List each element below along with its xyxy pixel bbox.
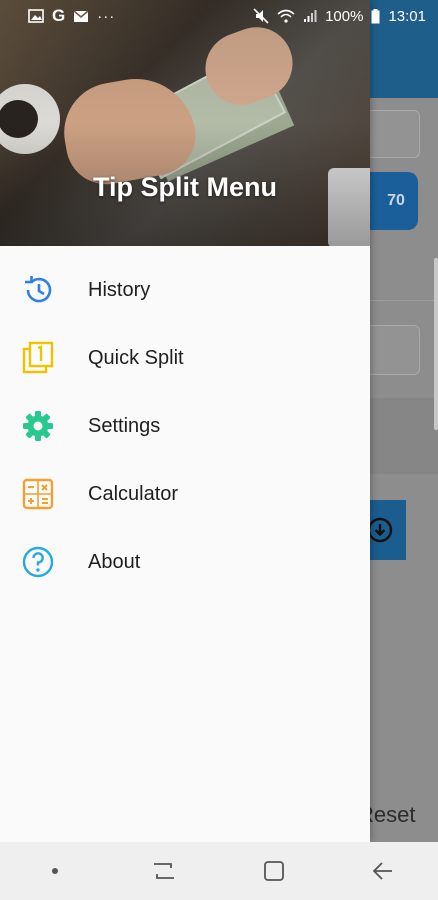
menu-item-history[interactable]: History <box>0 256 370 324</box>
menu-label-calculator: Calculator <box>88 482 179 505</box>
battery-percent: 100% <box>325 7 364 25</box>
menu-item-about[interactable]: About <box>0 528 370 596</box>
download-circle-icon <box>367 517 393 543</box>
status-time: 13:01 <box>388 7 426 25</box>
status-bar: G ··· 100% 13:01 <box>0 0 438 32</box>
home-icon[interactable] <box>244 851 304 891</box>
quick-split-icon <box>0 341 88 375</box>
signal-icon <box>303 9 317 23</box>
more-icon: ··· <box>97 7 116 25</box>
gear-icon <box>0 409 88 443</box>
mail-icon <box>73 9 89 23</box>
mute-icon <box>253 8 269 24</box>
dot-icon[interactable] <box>25 851 85 891</box>
calculator-icon <box>0 477 88 511</box>
drawer-header-image: Tip Split Menu <box>0 0 370 246</box>
background-scrollbar <box>434 258 438 430</box>
wifi-icon <box>277 9 295 23</box>
recents-icon[interactable] <box>134 851 194 891</box>
menu-item-quick-split[interactable]: Quick Split <box>0 324 370 392</box>
menu-item-settings[interactable]: Settings <box>0 392 370 460</box>
google-icon: G <box>52 6 66 25</box>
image-icon <box>28 9 44 23</box>
drawer-title: Tip Split Menu <box>93 172 277 202</box>
menu-label-quick-split: Quick Split <box>88 346 184 369</box>
history-icon <box>0 273 88 307</box>
header-photo-shade <box>0 0 370 246</box>
menu-label-settings: Settings <box>88 414 161 437</box>
menu-label-history: History <box>88 278 151 301</box>
navigation-drawer: Tip Split Menu History Quick Split Setti… <box>0 0 370 842</box>
back-icon[interactable] <box>353 851 413 891</box>
menu-item-calculator[interactable]: Calculator <box>0 460 370 528</box>
status-left: G ··· <box>28 6 115 26</box>
menu-label-about: About <box>88 550 141 573</box>
background-pill-value: 70 <box>387 192 405 209</box>
drawer-menu: History Quick Split Settings Calculator … <box>0 256 370 596</box>
help-icon <box>0 545 88 579</box>
battery-icon <box>371 8 380 24</box>
status-right: 100% 13:01 <box>253 8 426 25</box>
system-nav-bar <box>0 842 438 900</box>
